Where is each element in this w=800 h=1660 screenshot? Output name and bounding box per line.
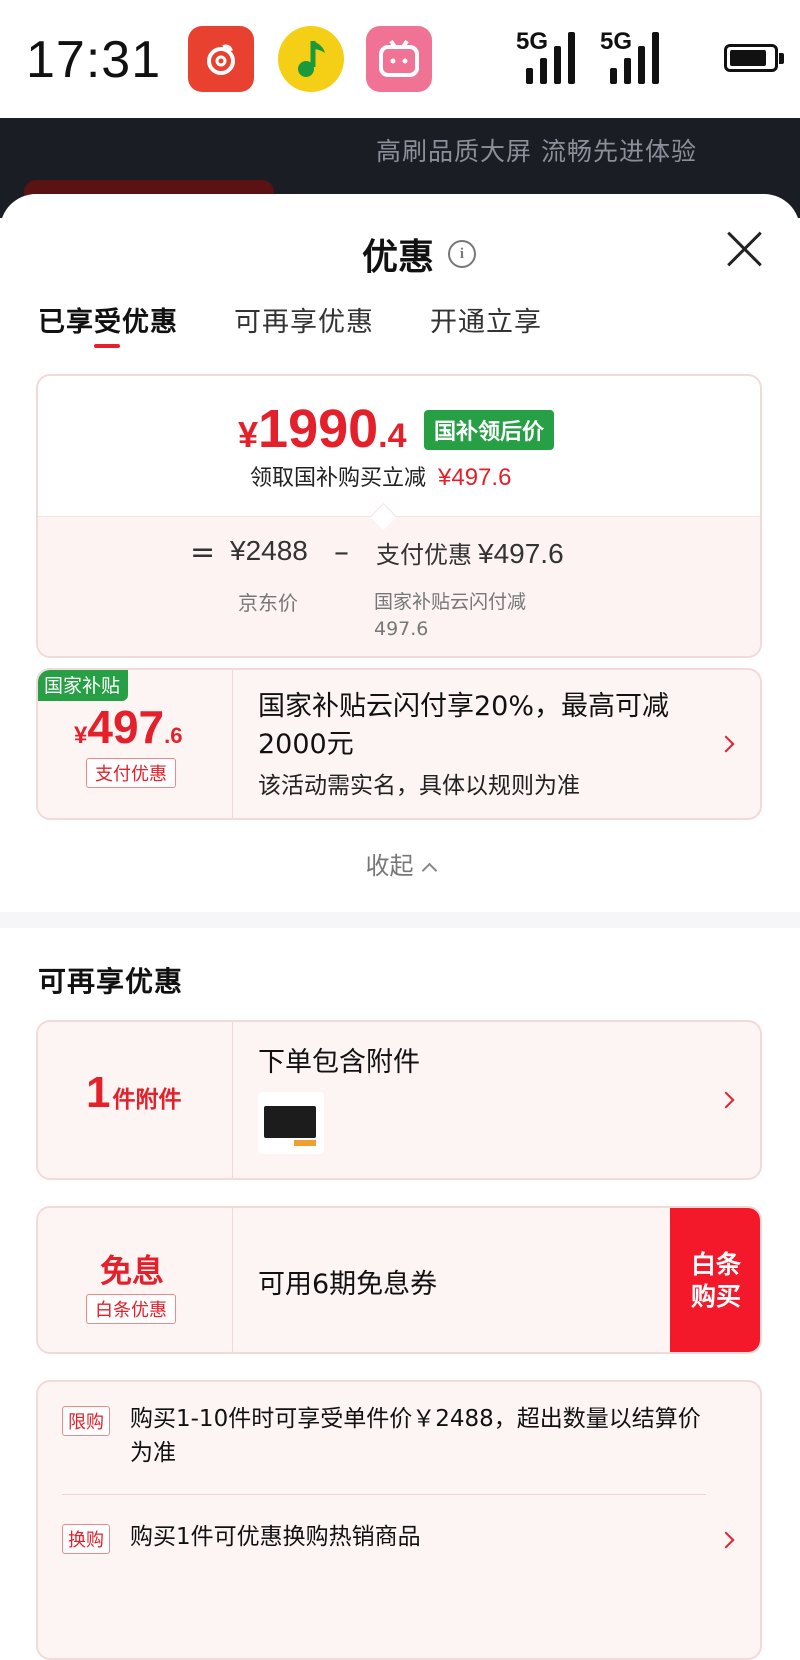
accessory-count: 1 件附件 [86, 1068, 181, 1118]
qq-music-icon [278, 26, 344, 92]
sheet-title: 优惠 [362, 237, 435, 278]
price-breakdown-card: ¥1990.4 国补领后价 领取国补购买立减 ¥497.6 = ¥2488 – 支… [36, 374, 762, 658]
tab-more-offers[interactable]: 可再享优惠 [234, 300, 374, 339]
trade-in-badge: 换购 [62, 1524, 110, 1554]
discount-summary-amount: ¥497.6 [438, 464, 512, 491]
tab-activate[interactable]: 开通立享 [430, 300, 542, 339]
cell-signal-2-icon: 5G [600, 28, 666, 84]
price-formula: = ¥2488 – 支付优惠 ¥497.6 京东价 国家补贴云闪付减497.6 [38, 503, 760, 656]
payment-discount-label: 支付优惠 [376, 541, 472, 569]
cell-signal-1-icon: 5G [516, 28, 582, 84]
payment-discount: 支付优惠 ¥497.6 [376, 535, 564, 570]
discount-summary: 领取国补购买立减 ¥497.6 [250, 460, 511, 492]
accessory-thumbnail[interactable] [258, 1092, 324, 1154]
interest-free-label: 免息 [100, 1252, 165, 1290]
active-tab-indicator [94, 344, 120, 348]
jd-price: ¥2488 [230, 535, 308, 566]
payment-discount-badge: 支付优惠 [86, 758, 176, 788]
accessory-count-pane: 1 件附件 [38, 1022, 233, 1178]
currency-symbol: ¥ [74, 722, 88, 749]
collapse-button[interactable]: 收起 [0, 846, 800, 881]
status-bar: 17:31 5G 5G [0, 0, 800, 118]
collapse-label: 收起 [365, 852, 414, 880]
sheet-header: 优惠 i [362, 228, 477, 280]
buy-button-line1: 白条 [690, 1250, 741, 1279]
clock: 17:31 [26, 31, 162, 89]
chevron-up-icon [421, 862, 437, 879]
amount-decimal: .6 [164, 723, 183, 748]
payment-discount-desc: 国家补贴云闪付减497.6 [374, 591, 527, 640]
promo-text: 高刷品质大屏 流畅先进体验 [376, 137, 697, 166]
chevron-right-icon [717, 1091, 735, 1109]
jd-price-label: 京东价 [238, 591, 298, 615]
accessory-title: 下单包含附件 [258, 1047, 420, 1078]
tab-label: 已享受优惠 [38, 307, 178, 338]
close-icon[interactable] [724, 228, 764, 268]
tab-label: 可再享优惠 [234, 307, 374, 338]
tab-enjoyed[interactable]: 已享受优惠 [38, 300, 178, 348]
battery-icon [724, 44, 784, 72]
trade-in-text: 购买1件可优惠换购热销商品 [130, 1524, 421, 1550]
interest-free-card: 免息 白条优惠 可用6期免息券 白条购买 [36, 1206, 762, 1354]
final-price: ¥1990.4 [238, 398, 407, 460]
subsidy-note: 该活动需实名，具体以规则为准 [258, 773, 580, 799]
accessory-offer-card[interactable]: 1 件附件 下单包含附件 [36, 1020, 762, 1180]
national-subsidy-badge: 国家补贴 [38, 670, 129, 701]
limit-text: 购买1-10件时可享受单件价￥2488，超出数量以结算价为准 [130, 1406, 701, 1466]
offers-sheet: 优惠 i 已享受优惠 可再享优惠 开通立享 ¥1990.4 国补领后价 领取国补… [0, 194, 800, 1660]
accessory-count-number: 1 [86, 1068, 111, 1117]
discount-summary-text: 领取国补购买立减 [250, 466, 427, 491]
offer-tabs: 已享受优惠 可再享优惠 开通立享 [38, 300, 598, 348]
section-title-more-offers: 可再享优惠 [38, 965, 184, 998]
limit-badge: 限购 [62, 1406, 110, 1436]
accessory-count-unit: 件附件 [112, 1087, 182, 1113]
baitiao-buy-button[interactable]: 白条 购买 [670, 1208, 760, 1352]
section-divider [0, 912, 800, 928]
subsidy-price-tag: 国补领后价 [424, 410, 555, 450]
currency-symbol: ¥ [238, 414, 259, 455]
buy-button-line2: 购买 [690, 1282, 741, 1311]
payment-discount-amount: ¥497.6 [478, 538, 564, 569]
minus-sign: – [334, 535, 349, 570]
bilibili-icon [366, 26, 432, 92]
price-integer: 1990 [258, 399, 379, 459]
baitiao-badge: 白条优惠 [86, 1294, 176, 1324]
subsidy-offer-card[interactable]: ¥497.6 支付优惠 国家补贴 国家补贴云闪付享20%，最高可减2000元 该… [36, 668, 762, 820]
row-divider [62, 1494, 706, 1495]
trade-in-row[interactable]: 换购 购买1件可优惠换购热销商品 [62, 1520, 722, 1560]
tab-label: 开通立享 [430, 307, 542, 338]
equals-sign: = [190, 535, 216, 570]
interest-free-title: 可用6期免息券 [258, 1269, 438, 1300]
purchase-rules-card: 限购 购买1-10件时可享受单件价￥2488，超出数量以结算价为准 换购 购买1… [36, 1380, 762, 1660]
interest-free-pane: 免息 白条优惠 [38, 1208, 233, 1352]
amount-integer: 497 [87, 701, 165, 753]
netease-music-icon [188, 26, 254, 92]
subsidy-amount: ¥497.6 [74, 700, 182, 754]
price-decimal: .4 [378, 417, 407, 455]
info-icon[interactable]: i [448, 240, 477, 268]
subsidy-title: 国家补贴云闪付享20%，最高可减2000元 [258, 691, 670, 760]
chevron-right-icon [717, 735, 735, 753]
